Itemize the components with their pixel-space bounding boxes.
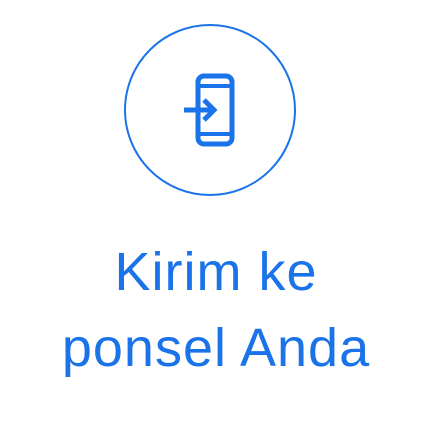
send-to-phone-button[interactable]: Kirim ke ponsel Anda [0, 0, 432, 432]
label-line-2: ponsel Anda [61, 318, 371, 378]
send-to-phone-label: Kirim ke ponsel Anda [0, 234, 432, 386]
icon-ring [124, 24, 296, 196]
label-line-1: Kirim ke [114, 242, 318, 302]
send-to-phone-icon [184, 73, 235, 147]
